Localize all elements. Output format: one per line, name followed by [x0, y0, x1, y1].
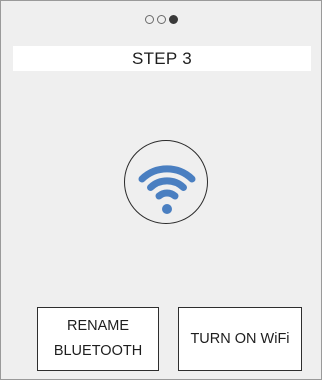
step-indicator	[1, 15, 321, 24]
setup-screen: STEP 3 RENAME BLUETOOTH TURN ON WiFi	[0, 0, 322, 380]
turn-on-wifi-label: TURN ON WiFi	[190, 330, 290, 347]
page-title: STEP 3	[131, 48, 193, 68]
rename-bluetooth-button[interactable]: RENAME BLUETOOTH	[37, 307, 159, 371]
turn-on-wifi-button[interactable]: TURN ON WiFi	[178, 307, 302, 371]
wifi-icon	[138, 165, 196, 214]
step-dot-1	[144, 15, 154, 24]
step-dot-2	[156, 15, 166, 24]
step-title-bar: STEP 3	[13, 46, 311, 71]
step-dot-3-active	[168, 15, 178, 24]
wifi-status-circle	[124, 140, 208, 224]
rename-bluetooth-label: RENAME BLUETOOTH	[53, 318, 143, 359]
